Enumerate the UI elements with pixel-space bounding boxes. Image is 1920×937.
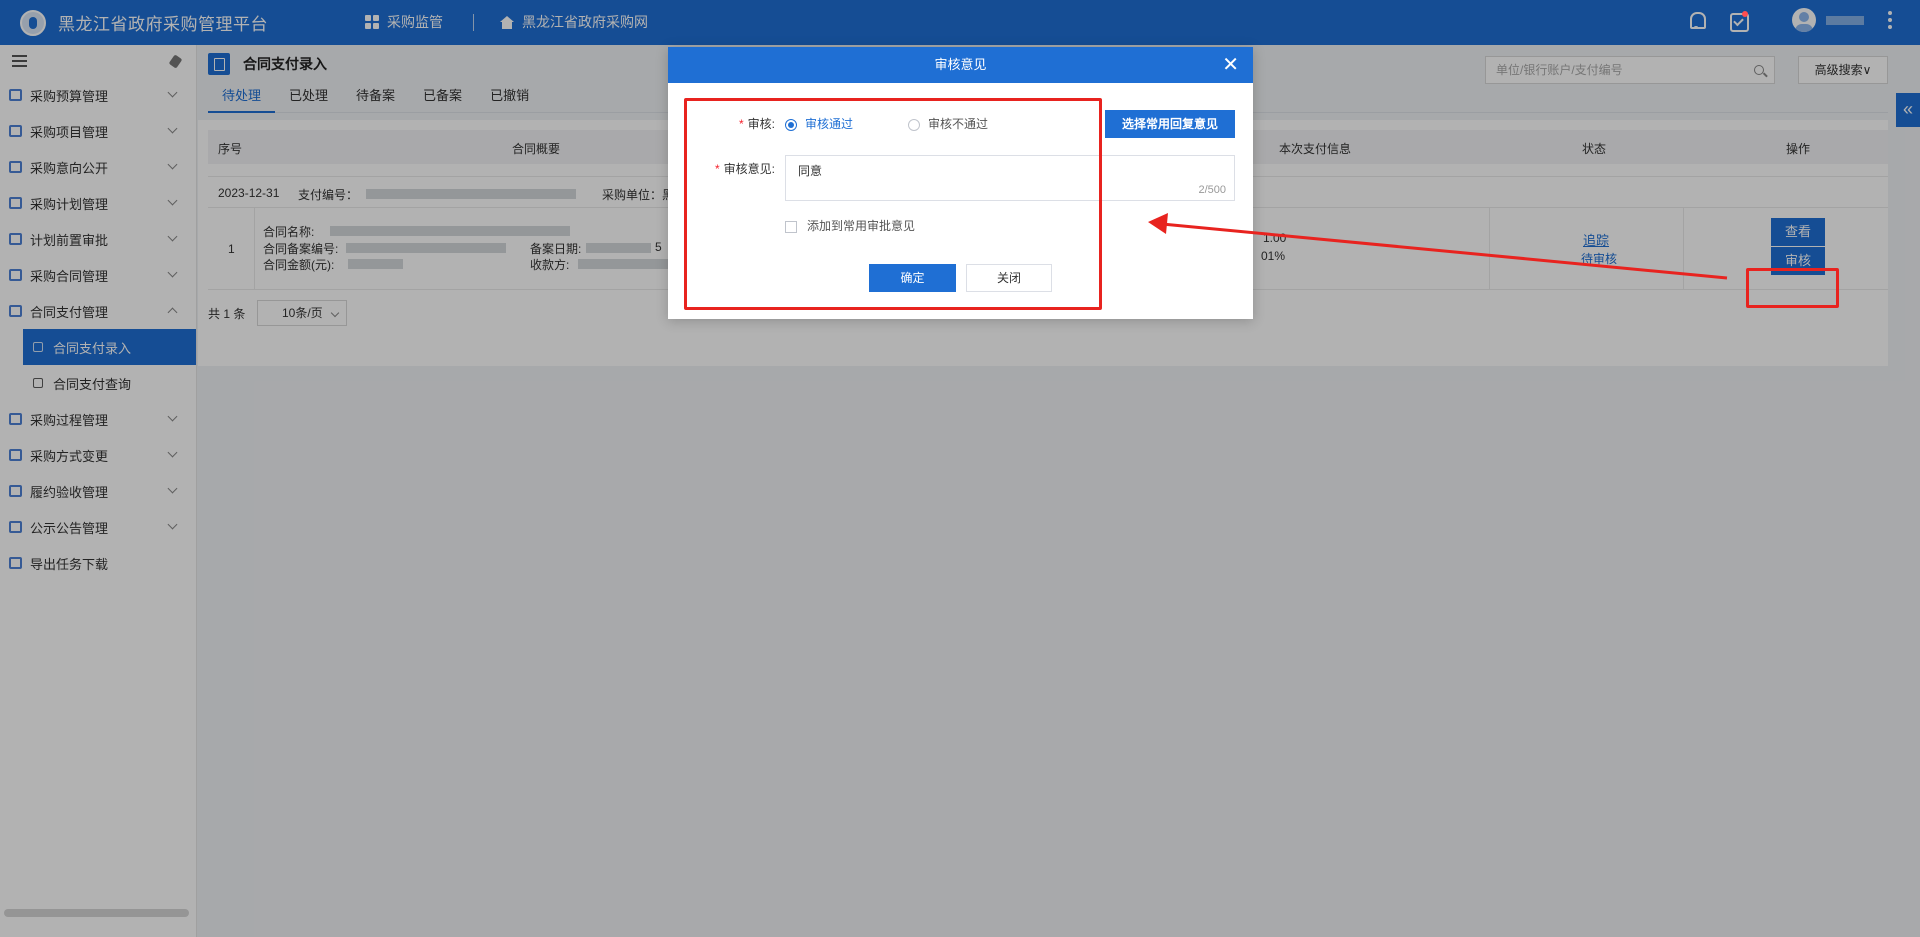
arrow-head (1148, 213, 1168, 234)
annotation-arrow (1148, 213, 1728, 280)
arrow-line (1161, 222, 1728, 280)
notification-dot (1742, 11, 1748, 17)
